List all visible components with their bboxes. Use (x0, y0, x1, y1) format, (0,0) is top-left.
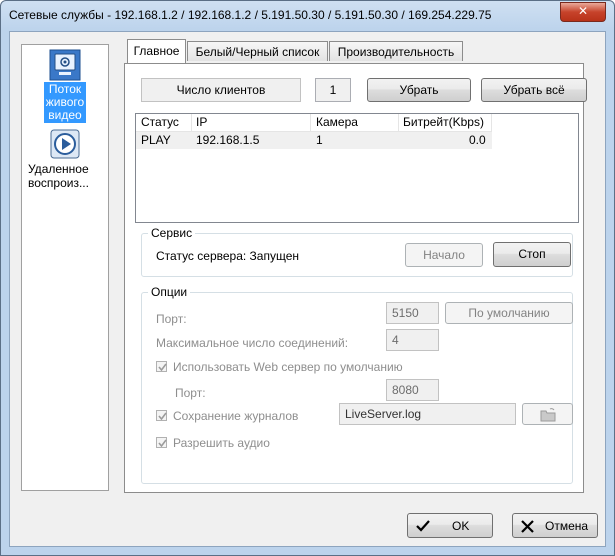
server-status-text: Статус сервера: Запущен (156, 249, 300, 263)
options-group: Опции Порт: 5150 По умолчанию Максимальн… (141, 285, 573, 484)
col-status[interactable]: Статус (141, 115, 179, 129)
tab-performance[interactable]: Производительность (329, 41, 463, 61)
col-ip[interactable]: IP (196, 115, 207, 129)
browse-log-button[interactable] (522, 403, 573, 425)
client-count-value: 1 (315, 78, 351, 102)
use-web-server-label: Использовать Web сервер по умолчанию (173, 360, 403, 374)
cancel-label: Отмена (545, 519, 589, 533)
use-web-server-checkbox[interactable] (156, 361, 167, 372)
log-file-input[interactable]: LiveServer.log (339, 403, 516, 425)
window-title: Сетевые службы - 192.168.1.2 / 192.168.1… (9, 8, 492, 22)
default-port-button[interactable]: По умолчанию (445, 302, 573, 324)
max-connections-label: Максимальное число соединений: (156, 336, 349, 350)
title-bar[interactable]: Сетевые службы - 192.168.1.2 / 192.168.1… (1, 1, 614, 29)
ok-label: OK (452, 519, 470, 533)
tab-white-black-list[interactable]: Белый/Черный список (187, 41, 328, 61)
remove-client-button[interactable]: Убрать (367, 78, 471, 102)
network-services-window: Сетевые службы - 192.168.1.2 / 192.168.1… (0, 0, 615, 556)
col-camera[interactable]: Камера (316, 115, 358, 129)
tab-main[interactable]: Главное (127, 39, 186, 63)
web-port-input[interactable]: 8080 (386, 379, 439, 401)
col-bitrate[interactable]: Битрейт(Kbps) (403, 115, 484, 129)
tab-panel-main: Число клиентов 1 Убрать Убрать всё Стату… (124, 63, 587, 493)
cell-bitrate: 0.0 (469, 133, 486, 147)
checkmark-icon (416, 520, 430, 532)
dialog-client-area: Поток живого видео Удаленное воспроиз...… (9, 31, 606, 547)
save-logs-label: Сохранение журналов (173, 409, 299, 423)
service-group-title: Сервис (148, 226, 196, 240)
check-icon (158, 363, 167, 372)
web-port-label: Порт: (175, 386, 206, 400)
client-count-label: Число клиентов (141, 78, 301, 102)
nav-label-remote-playback: Удаленное воспроиз... (28, 162, 89, 190)
service-nav-list: Поток живого видео Удаленное воспроиз... (21, 44, 109, 491)
clients-table-header: Статус IP Камера Битрейт(Kbps) (136, 114, 492, 132)
allow-audio-checkbox[interactable] (156, 437, 167, 448)
ok-button[interactable]: OK (407, 513, 493, 538)
cell-camera: 1 (316, 133, 323, 147)
options-group-title: Опции (148, 285, 191, 299)
cell-ip: 192.168.1.5 (196, 133, 260, 147)
folder-icon (540, 408, 555, 422)
cell-status: PLAY (141, 133, 171, 147)
max-connections-input[interactable]: 4 (386, 329, 439, 351)
port-input[interactable]: 5150 (386, 302, 439, 324)
table-row[interactable]: PLAY 192.168.1.5 1 0.0 (136, 132, 492, 149)
x-icon (521, 520, 534, 533)
nav-label-live-stream: Поток живого видео (43, 82, 87, 123)
service-group: Сервис Статус сервера: Запущен Начало Ст… (141, 226, 573, 277)
stop-server-button[interactable]: Стоп (493, 242, 571, 267)
save-logs-checkbox[interactable] (156, 410, 167, 421)
playback-icon (50, 129, 80, 159)
port-label: Порт: (156, 312, 187, 326)
nav-item-live-stream[interactable]: Поток живого видео (22, 49, 108, 123)
nav-item-remote-playback[interactable]: Удаленное воспроиз... (22, 129, 108, 190)
close-button[interactable]: ✕ (560, 2, 606, 22)
start-server-button[interactable]: Начало (405, 243, 483, 267)
live-stream-icon (49, 49, 81, 81)
cancel-button[interactable]: Отмена (512, 513, 598, 538)
check-icon (158, 412, 167, 421)
clients-table[interactable]: Статус IP Камера Битрейт(Kbps) PLAY 192.… (135, 113, 579, 223)
remove-all-clients-button[interactable]: Убрать всё (481, 78, 587, 102)
allow-audio-label: Разрешить аудио (173, 436, 270, 450)
check-icon (158, 439, 167, 448)
